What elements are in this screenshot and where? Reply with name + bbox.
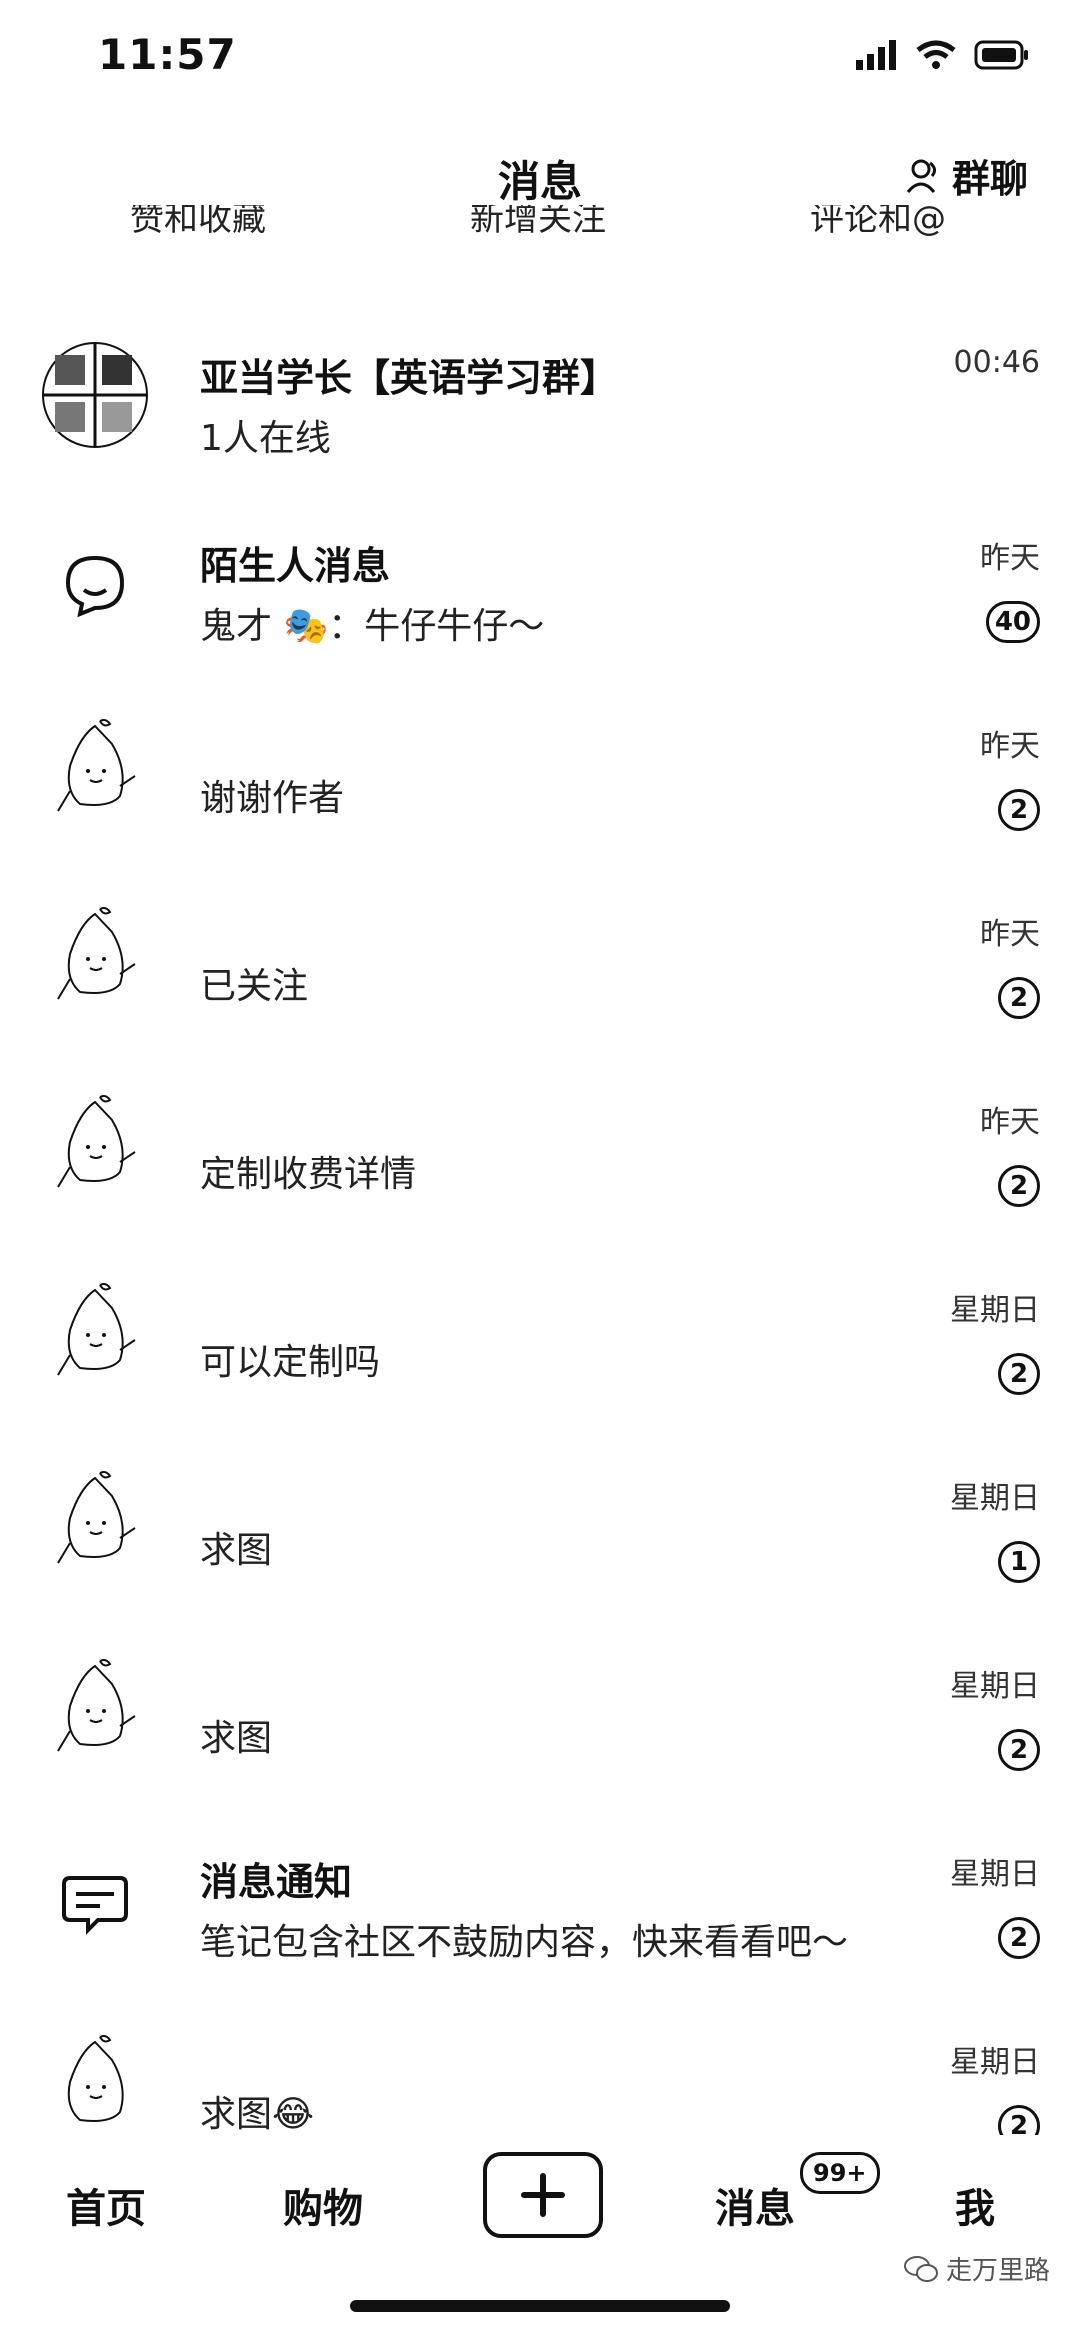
conversation-preview: 定制收费详情	[200, 1154, 417, 1195]
unread-badge: 2	[998, 2105, 1040, 2135]
quick-actions: 赞和收藏 新增关注 评论和@	[0, 205, 1080, 253]
person-icon	[906, 159, 937, 193]
conversation-row[interactable]: 求图 星期日 1	[0, 1433, 1080, 1621]
conversation-row[interactable]: 谢谢作者 昨天 2	[0, 681, 1080, 869]
unread-badge: 2	[998, 977, 1040, 1019]
wifi-icon	[916, 40, 956, 69]
conversation-time: 昨天	[980, 917, 1040, 952]
conversation-time: 星期日	[950, 1669, 1040, 1704]
conversation-row[interactable]: 求图 星期日 2	[0, 1621, 1080, 1809]
cartoon-avatar	[57, 907, 136, 1000]
conversation-time: 昨天	[980, 541, 1040, 576]
conversation-preview: 谢谢作者	[200, 778, 345, 819]
unread-badge: 40	[985, 601, 1040, 643]
conversation-time: 星期日	[950, 1481, 1040, 1516]
quick-action-likes[interactable]: 赞和收藏	[130, 205, 266, 240]
tab-me[interactable]: 我	[955, 2176, 995, 2234]
plus-icon	[521, 2173, 565, 2217]
conversation-row[interactable]: 陌生人消息 鬼才 🎭：牛仔牛仔～ 昨天 40	[0, 493, 1080, 681]
cartoon-avatar	[57, 719, 136, 812]
conversation-preview: 笔记包含社区不鼓励内容，快来看看吧～	[200, 1922, 849, 1963]
conversation-row[interactable]: 可以定制吗 星期日 2	[0, 1245, 1080, 1433]
tab-messages[interactable]: 消息	[715, 2176, 795, 2234]
conversation-list: 亚当学长【英语学习群】 1人在线 00:46 陌生人消息 鬼才 🎭：牛仔牛仔～ …	[0, 305, 1080, 2135]
unread-badge: 2	[998, 1353, 1040, 1395]
conversation-row[interactable]: 亚当学长【英语学习群】 1人在线 00:46	[0, 305, 1080, 493]
unread-badge: 2	[998, 789, 1040, 831]
group-chat-button[interactable]: 群聊	[906, 148, 1028, 203]
notice-icon	[62, 1876, 128, 1935]
status-time: 11:57	[98, 30, 237, 79]
group-chat-label: 群聊	[951, 157, 1028, 201]
conversation-time: 星期日	[950, 1857, 1040, 1892]
conversation-row[interactable]: 定制收费详情 昨天 2	[0, 1057, 1080, 1245]
conversation-title: 陌生人消息	[200, 544, 391, 588]
conversation-time: 昨天	[980, 1105, 1040, 1140]
conversation-row[interactable]: 消息通知 笔记包含社区不鼓励内容，快来看看吧～ 星期日 2	[0, 1809, 1080, 1997]
unread-badge: 2	[998, 1165, 1040, 1207]
unread-badge: 1	[998, 1541, 1040, 1583]
conversation-preview: 求图	[200, 1530, 273, 1571]
conversation-time: 星期日	[950, 2045, 1040, 2080]
watermark-text: 走万里路	[945, 2256, 1050, 2286]
conversation-time: 昨天	[980, 729, 1040, 764]
conversation-preview: 鬼才 🎭：牛仔牛仔～	[200, 606, 545, 647]
unread-badge: 2	[998, 1917, 1040, 1959]
conversation-preview: 1人在线	[200, 418, 331, 459]
battery-icon	[974, 40, 1028, 70]
cartoon-avatar	[57, 1283, 136, 1376]
conversation-time: 00:46	[953, 345, 1040, 380]
group-avatar	[42, 342, 148, 448]
chat-bubble-icon	[65, 555, 125, 618]
tab-home[interactable]: 首页	[66, 2176, 146, 2234]
wechat-icon	[903, 2255, 938, 2282]
conversation-preview: 求图😂	[200, 2094, 315, 2135]
signal-icon	[856, 40, 896, 70]
messages-badge: 99+	[800, 2152, 880, 2194]
create-post-button[interactable]	[483, 2152, 603, 2238]
watermark: 走万里路	[903, 2250, 1050, 2287]
quick-action-follows[interactable]: 新增关注	[470, 205, 606, 240]
cartoon-avatar	[57, 1471, 136, 1564]
cartoon-avatar	[67, 2035, 124, 2122]
unread-badge: 2	[998, 1729, 1040, 1771]
quick-action-comments[interactable]: 评论和@	[810, 205, 946, 240]
cartoon-avatar	[57, 1095, 136, 1188]
conversation-preview: 可以定制吗	[200, 1342, 381, 1383]
conversation-preview: 已关注	[200, 966, 309, 1007]
conversation-title: 亚当学长【英语学习群】	[200, 356, 619, 400]
cartoon-avatar	[57, 1659, 136, 1752]
home-indicator	[350, 2300, 730, 2312]
conversation-row[interactable]: 求图😂 星期日 2	[0, 1997, 1080, 2135]
status-bar: 11:57	[0, 0, 1080, 120]
conversation-title: 消息通知	[200, 1860, 353, 1904]
conversation-time: 星期日	[950, 1293, 1040, 1328]
conversation-row[interactable]: 已关注 昨天 2	[0, 869, 1080, 1057]
tab-shop[interactable]: 购物	[283, 2176, 363, 2234]
conversation-preview: 求图	[200, 1718, 273, 1759]
status-icons	[856, 40, 1030, 70]
